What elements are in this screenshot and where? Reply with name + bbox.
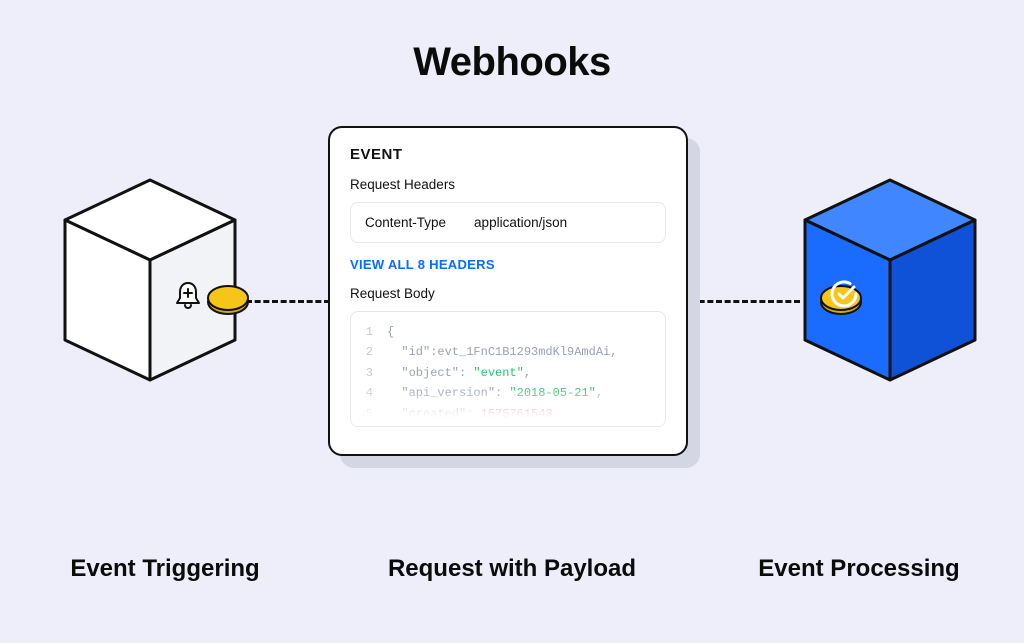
header-value: application/json [474, 215, 567, 230]
cube-event-processing [795, 170, 985, 390]
label-event-processing: Event Processing [744, 555, 974, 583]
view-all-headers-link[interactable]: VIEW ALL 8 HEADERS [350, 257, 666, 272]
page-title: Webhooks [0, 40, 1024, 85]
code-line: 1{ [363, 322, 653, 342]
fade-overlay [351, 386, 665, 426]
event-card-heading: EVENT [350, 146, 666, 163]
bell-plus-icon [170, 278, 206, 314]
label-event-triggering: Event Triggering [50, 555, 280, 583]
request-headers-label: Request Headers [350, 177, 666, 192]
code-line: 3 "object": "event", [363, 363, 653, 383]
request-body-code: 1{2 "id":evt_1FnC1B1293mdKl9AmdAi,3 "obj… [350, 311, 666, 427]
request-body-label: Request Body [350, 286, 666, 301]
connector-right [690, 300, 800, 303]
check-circle-icon [826, 276, 862, 312]
header-row: Content-Type application/json [350, 202, 666, 243]
header-key: Content-Type [365, 215, 446, 230]
event-card: EVENT Request Headers Content-Type appli… [328, 126, 688, 456]
cube-event-triggering [55, 170, 245, 390]
code-line: 2 "id":evt_1FnC1B1293mdKl9AmdAi, [363, 342, 653, 362]
coin-icon [205, 282, 251, 318]
stage-labels: Event Triggering Request with Payload Ev… [0, 555, 1024, 583]
label-request-payload: Request with Payload [342, 555, 682, 583]
